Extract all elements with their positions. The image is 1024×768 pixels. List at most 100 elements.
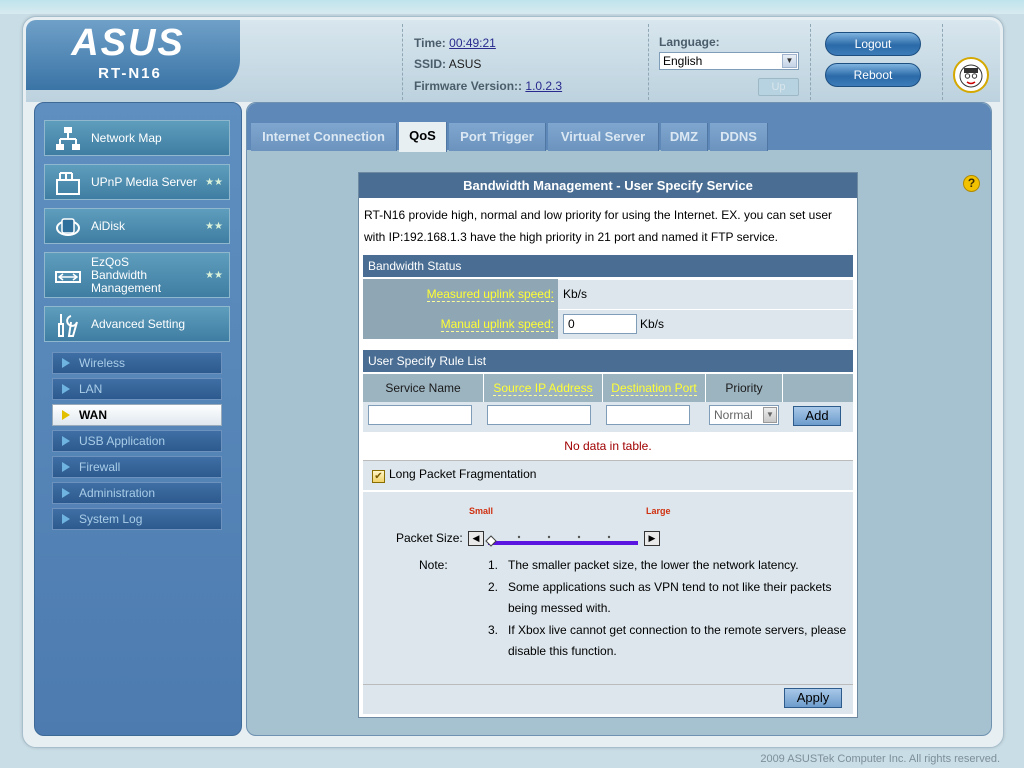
measured-unit: Kb/s	[563, 287, 588, 301]
header-divider	[402, 24, 403, 100]
note-label: Note:	[419, 558, 448, 572]
sidebar-subitem-wireless[interactable]: Wireless	[52, 352, 222, 374]
sidebar-item-ezqos[interactable]: EzQoS Bandwidth Management ★★	[44, 252, 230, 298]
manual-label-text: Manual uplink speed:	[440, 317, 554, 332]
col-destination-port-text: Destination Port	[611, 381, 697, 396]
source-ip-input[interactable]	[487, 405, 591, 425]
sidebar-subitem-firewall[interactable]: Firewall	[52, 456, 222, 478]
manual-uplink-input[interactable]: 0	[563, 314, 637, 334]
bandwidth-status-heading: Bandwidth Status	[363, 255, 853, 277]
col-service-name: Service Name	[363, 374, 483, 402]
sidebar-subitem-usb-application[interactable]: USB Application	[52, 430, 222, 452]
language-value: English	[663, 54, 703, 68]
sidebar-subitem-system-log[interactable]: System Log	[52, 508, 222, 530]
tab-internet-connection[interactable]: Internet Connection	[251, 123, 397, 151]
triangle-right-icon	[62, 514, 70, 524]
service-name-input[interactable]	[368, 405, 472, 425]
reboot-button[interactable]: Reboot	[825, 63, 921, 87]
subitem-label: WAN	[79, 408, 107, 422]
stars-icon: ★★	[205, 270, 223, 281]
aidisk-icon	[55, 214, 81, 240]
tab-virtual-server[interactable]: Virtual Server	[548, 123, 659, 151]
sidebar-item-label: UPnP Media Server	[91, 174, 197, 189]
triangle-right-icon	[62, 410, 70, 420]
measured-label-text: Measured uplink speed:	[426, 287, 554, 302]
header-divider	[648, 24, 649, 100]
priority-select[interactable]: Normal ▼	[709, 405, 779, 425]
top-glow	[0, 0, 1024, 14]
helper-avatar-icon[interactable]	[953, 57, 989, 93]
ezqos-line-3: Management	[91, 280, 162, 295]
ssid-label: SSID:	[414, 57, 447, 71]
add-button[interactable]: Add	[793, 406, 841, 426]
logout-button[interactable]: Logout	[825, 32, 921, 56]
panel-title: Bandwidth Management - User Specify Serv…	[359, 173, 857, 198]
copyright-text: 2009 ASUSTek Computer Inc. All rights re…	[760, 753, 1000, 765]
slider-tick	[547, 535, 551, 539]
sidebar-item-label: AiDisk	[91, 218, 126, 233]
sidebar-item-label: Advanced Setting	[91, 316, 186, 331]
model-name: RT-N16	[98, 65, 162, 82]
slider-left-arrow-icon[interactable]: ◀	[468, 531, 484, 546]
fragmentation-checkbox[interactable]: ✔	[372, 470, 385, 483]
ssid-line: SSID: ASUS	[414, 57, 481, 71]
col-priority: Priority	[706, 374, 782, 402]
note-text: The smaller packet size, the lower the n…	[508, 558, 799, 572]
subitem-label: Firewall	[79, 460, 121, 474]
fragmentation-label: Long Packet Fragmentation	[389, 467, 537, 481]
priority-value: Normal	[714, 408, 753, 422]
note-number: 3.	[488, 623, 499, 637]
sidebar-subitem-wan[interactable]: WAN	[52, 404, 222, 426]
manual-label: Manual uplink speed:	[363, 309, 558, 339]
subitem-label: USB Application	[79, 434, 166, 448]
manual-unit: Kb/s	[640, 317, 665, 331]
note-number: 1.	[488, 558, 499, 572]
sidebar-subitem-lan[interactable]: LAN	[52, 378, 222, 400]
small-label: Small	[469, 506, 494, 516]
network-map-icon	[55, 126, 81, 152]
language-select[interactable]: English ▼	[659, 52, 799, 70]
col-source-ip: Source IP Address	[484, 374, 602, 402]
subitem-label: LAN	[79, 382, 103, 396]
help-icon[interactable]: ?	[963, 175, 980, 192]
language-up-button[interactable]: Up	[758, 78, 799, 96]
apply-button[interactable]: Apply	[784, 688, 842, 708]
firmware-line: Firmware Version:: 1.0.2.3	[414, 79, 562, 93]
sidebar-item-network-map[interactable]: Network Map	[44, 120, 230, 156]
sidebar-item-aidisk[interactable]: AiDisk ★★	[44, 208, 230, 244]
destination-port-input[interactable]	[606, 405, 690, 425]
triangle-right-icon	[62, 462, 70, 472]
firmware-link[interactable]: 1.0.2.3	[525, 79, 562, 93]
tab-dmz[interactable]: DMZ	[661, 123, 708, 151]
packet-size-label: Packet Size:	[396, 531, 463, 545]
tab-port-trigger[interactable]: Port Trigger	[449, 123, 546, 151]
tab-qos[interactable]: QoS	[399, 122, 447, 152]
slider-right-arrow-icon[interactable]: ▶	[644, 531, 660, 546]
time-line: Time: 00:49:21	[414, 36, 496, 50]
col-action	[783, 374, 853, 402]
subitem-label: Wireless	[79, 356, 126, 370]
packet-size-slider[interactable]	[484, 535, 640, 547]
slider-tick	[607, 535, 611, 539]
language-label: Language:	[659, 35, 720, 49]
col-source-ip-text: Source IP Address	[493, 381, 593, 396]
large-label: Large	[646, 506, 671, 516]
sidebar-item-advanced-setting[interactable]: Advanced Setting	[44, 306, 230, 342]
note-number: 2.	[488, 580, 499, 594]
stars-icon: ★★	[205, 221, 223, 232]
sidebar-item-upnp-media-server[interactable]: UPnP Media Server ★★	[44, 164, 230, 200]
chevron-down-icon: ▼	[763, 407, 777, 423]
sidebar-item-label: Network Map	[91, 130, 162, 145]
subitem-label: Administration	[79, 486, 156, 500]
ezqos-icon	[55, 263, 81, 289]
firmware-label: Firmware Version::	[414, 79, 523, 93]
asus-logo: ASUS	[71, 22, 185, 64]
measured-label: Measured uplink speed:	[363, 279, 558, 309]
time-link[interactable]: 00:49:21	[449, 36, 496, 50]
sidebar-subitem-administration[interactable]: Administration	[52, 482, 222, 504]
tab-ddns[interactable]: DDNS	[710, 123, 768, 151]
slider-tick	[577, 535, 581, 539]
ssid-value: ASUS	[448, 57, 482, 71]
chevron-down-icon: ▼	[782, 54, 797, 68]
time-label: Time:	[414, 36, 446, 50]
